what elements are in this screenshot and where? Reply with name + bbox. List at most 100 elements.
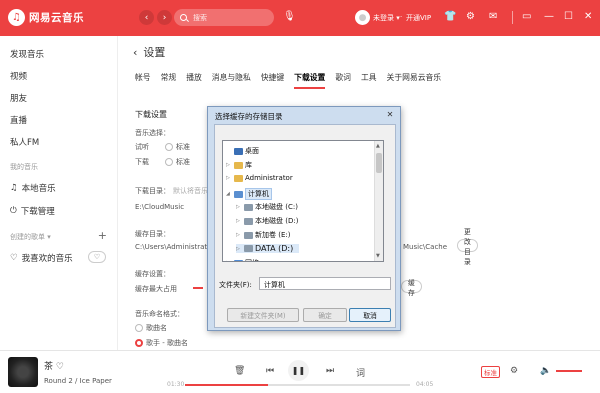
tab-about[interactable]: 关于网易云音乐 [387,72,442,89]
mini-mode-icon[interactable]: ▭ [522,11,531,22]
tab-account[interactable]: 帐号 [135,72,151,89]
song-title[interactable]: 茶 ♡ [44,359,64,372]
tree-item-admin[interactable]: ▷ Administrator [226,174,293,182]
settings-gear-icon[interactable]: ⚙ [466,11,475,22]
quality-option[interactable]: 标准 [165,142,190,152]
download-icon: ⏻ [10,206,17,216]
app-logo[interactable]: ♫ 网易云音乐 [8,9,84,26]
desktop-icon [234,147,243,155]
tab-privacy[interactable]: 消息与隐私 [212,72,251,89]
cache-dir-label: 缓存目录： [135,230,170,238]
cancel-button[interactable]: 取消 [349,308,391,322]
collapse-arrow-icon: ◢ [226,191,230,197]
change-cache-dir-button[interactable]: 更改目录 [457,228,478,266]
radio-checked-icon [135,339,143,347]
vip-link[interactable]: 开通VIP [406,13,431,23]
folder-label: 文件夹(F): [219,281,252,289]
ok-button[interactable]: 确定 [303,308,347,322]
dialog-title: 选择缓存的存储目录 [215,112,283,121]
drive-icon [244,245,253,252]
volume-slider[interactable] [556,370,582,372]
tree-item-drive-d[interactable]: ▷ 本地磁盘 (D:) [236,216,298,226]
cache-dir-path-end: Music\Cache [403,243,448,251]
naming-option[interactable]: 歌曲名 [135,323,167,333]
search-input[interactable]: 搜索 [174,9,274,26]
quality-option[interactable]: 标准 [165,157,190,167]
tree-item-drive-e[interactable]: ▷ 新加卷 (E:) [236,230,290,240]
progress-bar[interactable] [185,384,410,386]
cache-dir-path: C:\Users\Administrato [135,243,212,251]
sidebar-item-video[interactable]: 视频 [10,70,27,82]
minimize-icon[interactable]: — [544,11,554,22]
tab-lyrics[interactable]: 歌词 [335,72,351,89]
avatar[interactable]: ● [355,10,370,25]
back-nav-icon[interactable]: ‹ [139,10,154,25]
tree-item-label: 网络 [245,258,259,261]
close-icon[interactable]: ✕ [584,11,592,22]
naming-option-selected[interactable]: 歌手 - 歌曲名 [135,338,188,348]
sidebar-item-label: 本地音乐 [21,184,56,194]
add-playlist-icon[interactable]: + [98,229,107,242]
folder-tree[interactable]: 桌面 ▷ 库 ▷ Administrator ◢ 计算机 ▷ 本地磁盘 (C:) [222,140,384,262]
my-music-heading: 我的音乐 [10,163,38,171]
tree-item-drive-c[interactable]: ▷ 本地磁盘 (C:) [236,202,298,212]
tree-item-library[interactable]: ▷ 库 [226,160,252,170]
sidebar-item-fm[interactable]: 私人FM [10,136,39,148]
tree-item-data-drive[interactable]: ▷ DATA (D:) [236,244,300,253]
sidebar-item-liked[interactable]: ♡ 我喜欢的音乐 [10,252,73,264]
tab-tools[interactable]: 工具 [361,72,377,89]
microphone-icon[interactable]: 🎙 [283,11,296,22]
tab-download[interactable]: 下载设置 [294,72,326,89]
volume-icon[interactable]: 🔈 [540,366,551,376]
clear-cache-button[interactable]: 缓存 [401,279,422,297]
lyrics-toggle[interactable]: 词 [356,366,365,379]
skin-icon[interactable]: 👕 [444,11,456,22]
dialog-body: 桌面 ▷ 库 ▷ Administrator ◢ 计算机 ▷ 本地磁盘 (C:) [214,124,396,328]
effects-icon[interactable]: ⚙ [510,366,518,376]
sidebar-item-live[interactable]: 直播 [10,114,27,126]
elapsed-time: 01:30 [167,381,185,388]
cache-size-slider[interactable] [193,287,203,289]
radio-icon [135,324,143,332]
tree-item-desktop[interactable]: 桌面 [226,146,259,156]
sidebar-item-discover[interactable]: 发现音乐 [10,48,44,60]
heartbeat-mode-button[interactable]: ♡ [88,251,106,263]
quality-badge[interactable]: 标准 [481,366,500,378]
tree-item-network[interactable]: ▷ 网络 [226,258,259,261]
dialog-close-icon[interactable]: ✕ [384,110,396,120]
scroll-up-icon[interactable]: ▲ [376,143,380,149]
back-chevron-icon[interactable]: ‹ [133,46,137,59]
album-cover[interactable] [8,357,38,387]
next-icon[interactable]: ⏭ [326,366,334,376]
new-folder-button[interactable]: 新建文件夹(M) [227,308,299,322]
forward-nav-icon[interactable]: › [157,10,172,25]
tree-item-label: 本地磁盘 (D:) [255,217,299,225]
login-link[interactable]: 未登录 ▾ [373,13,400,23]
previous-icon[interactable]: ⏮ [266,366,274,376]
tab-shortcuts[interactable]: 快捷键 [261,72,284,89]
progress-fill [185,384,269,386]
sidebar-item-downloads[interactable]: ⏻ 下载管理 [10,205,55,217]
mail-icon[interactable]: ✉ [489,11,497,22]
tree-item-label: 计算机 [245,188,272,200]
quality-label: 音乐选择： [135,129,170,137]
maximize-icon[interactable]: ☐ [564,11,573,22]
trash-icon[interactable]: 🗑 [234,366,245,376]
naming-option-label: 歌曲名 [146,324,167,332]
sidebar-item-label: 我喜欢的音乐 [21,254,73,264]
playlists-heading[interactable]: 创建的歌单 ▾ [10,232,51,242]
sidebar-item-local-music[interactable]: ♫ 本地音乐 [10,182,56,194]
tab-general[interactable]: 常规 [161,72,177,89]
drive-icon [244,231,253,239]
folder-dialog: 选择缓存的存储目录 ✕ 桌面 ▷ 库 ▷ Administrator ◢ 计算机 [207,106,401,331]
tab-play[interactable]: 播放 [186,72,202,89]
tree-item-computer[interactable]: ◢ 计算机 [226,188,272,200]
scroll-down-icon[interactable]: ▼ [376,253,380,259]
tree-scrollbar[interactable]: ▲ ▼ [374,141,383,261]
song-artist[interactable]: Round 2 / Ice Paper [44,377,112,385]
tree-item-label: DATA (D:) [255,244,294,253]
pause-button[interactable]: ❚❚ [288,360,309,381]
scroll-thumb[interactable] [376,153,382,173]
folder-field[interactable]: 计算机 [259,277,391,290]
sidebar-item-friends[interactable]: 朋友 [10,92,27,104]
